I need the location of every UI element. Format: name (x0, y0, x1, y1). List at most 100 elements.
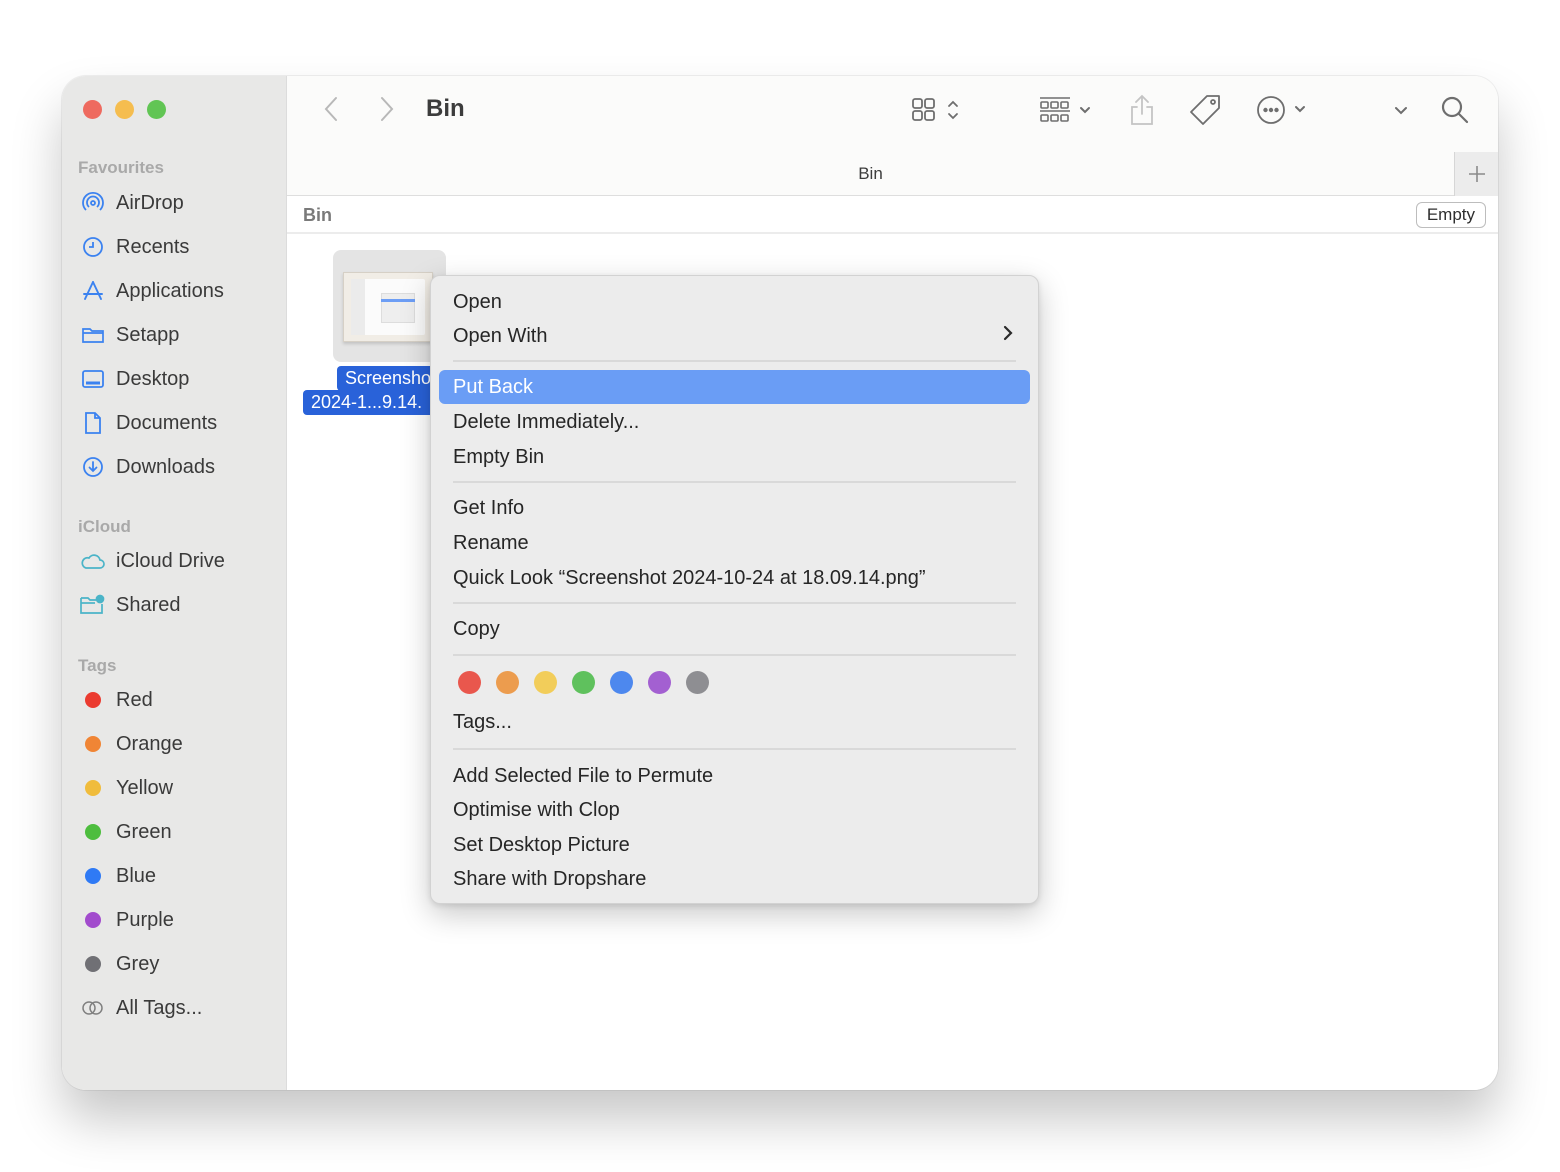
menu-item-label: Set Desktop Picture (453, 834, 630, 856)
sidebar-item-label: Orange (116, 732, 183, 755)
sidebar-tag-orange[interactable]: Orange (80, 727, 183, 761)
menu-item-set-desktop-picture[interactable]: Set Desktop Picture (439, 828, 1030, 862)
tag-blue-button[interactable] (610, 671, 633, 694)
download-icon (80, 454, 106, 480)
sidebar-item-recents[interactable]: Recents (80, 230, 189, 264)
sidebar-item-label: Documents (116, 411, 218, 434)
menu-item-dropshare[interactable]: Share with Dropshare (439, 862, 1030, 896)
empty-bin-button[interactable]: Empty (1415, 202, 1486, 228)
menu-item-open[interactable]: Open (439, 285, 1030, 319)
sidebar-item-documents[interactable]: Documents (80, 406, 217, 440)
sidebar-tag-purple[interactable]: Purple (80, 903, 174, 937)
sidebar-item-label: Recents (116, 235, 190, 258)
menu-item-label: Optimise with Clop (453, 799, 620, 821)
new-tab-button[interactable] (1454, 152, 1498, 196)
tag-purple-button[interactable] (648, 671, 671, 694)
sidebar-item-label: Purple (116, 908, 174, 931)
menu-item-label: Delete Immediately... (453, 411, 640, 433)
menu-item-clop[interactable]: Optimise with Clop (439, 793, 1030, 827)
toolbar-overflow-chevron[interactable] (1391, 92, 1411, 128)
menu-item-rename[interactable]: Rename (439, 526, 1030, 560)
tag-color-dot (85, 912, 101, 928)
close-button[interactable] (83, 100, 102, 119)
share-icon[interactable] (1127, 92, 1157, 128)
sidebar-item-airdrop[interactable]: AirDrop (80, 186, 184, 220)
menu-item-label: Get Info (453, 497, 525, 519)
menu-item-open-with[interactable]: Open With (439, 319, 1030, 353)
menu-separator (453, 360, 1016, 362)
sidebar-item-label: Downloads (116, 455, 215, 478)
document-icon (80, 410, 106, 436)
tag-icon[interactable] (1187, 92, 1223, 128)
menu-item-quick-look[interactable]: Quick Look “Screenshot 2024-10-24 at 18.… (439, 561, 1030, 595)
shared-folder-icon (80, 592, 106, 618)
sidebar-item-label: Applications (116, 279, 224, 302)
menu-item-permute[interactable]: Add Selected File to Permute (439, 759, 1030, 793)
menu-item-label: Tags... (453, 711, 512, 733)
airdrop-icon (80, 190, 106, 216)
search-icon[interactable] (1437, 92, 1473, 128)
toolbar: Bin Bin (287, 76, 1498, 196)
bin-header-bar: Bin Empty (287, 196, 1498, 234)
sidebar-item-label: Yellow (116, 776, 174, 799)
menu-item-copy[interactable]: Copy (439, 612, 1030, 646)
zoom-button[interactable] (147, 100, 166, 119)
tags-header: Tags (78, 656, 117, 675)
menu-item-label: Open With (453, 325, 548, 347)
group-by-button[interactable] (1037, 92, 1099, 128)
icloud-header: iCloud (78, 517, 131, 536)
desktop-icon (80, 366, 106, 392)
view-mode-button[interactable] (909, 92, 969, 128)
sidebar-item-label: Blue (116, 864, 157, 887)
sidebar-tag-yellow[interactable]: Yellow (80, 771, 173, 805)
file-name-line2: 2024-1...9.14. (303, 390, 443, 415)
menu-item-label: Put Back (453, 376, 534, 398)
window-title: Bin (426, 95, 465, 122)
window-controls (83, 100, 166, 119)
tag-red-button[interactable] (458, 671, 481, 694)
sidebar-item-applications[interactable]: Applications (80, 274, 224, 308)
tag-yellow-button[interactable] (534, 671, 557, 694)
menu-item-label: Share with Dropshare (453, 868, 647, 890)
menu-item-label: Add Selected File to Permute (453, 765, 714, 787)
forward-button[interactable] (372, 94, 402, 124)
menu-item-label: Rename (453, 532, 529, 554)
menu-item-tags[interactable]: Tags... (439, 705, 1030, 739)
tag-color-dot (85, 956, 101, 972)
sidebar-item-shared[interactable]: Shared (80, 588, 181, 622)
menu-item-delete-immediately[interactable]: Delete Immediately... (439, 405, 1030, 439)
sidebar-tag-blue[interactable]: Blue (80, 859, 156, 893)
tag-color-dot (85, 692, 101, 708)
sidebar-item-icloud-drive[interactable]: iCloud Drive (80, 544, 225, 578)
thumbnail-preview (351, 279, 425, 335)
menu-item-label: Empty Bin (453, 446, 545, 468)
sidebar: Favourites AirDrop Recents Applications … (62, 76, 287, 1090)
tag-color-dot (85, 824, 101, 840)
sidebar-item-label: Setapp (116, 323, 180, 346)
sidebar-item-downloads[interactable]: Downloads (80, 450, 215, 484)
tag-color-dot (85, 868, 101, 884)
tag-green-button[interactable] (572, 671, 595, 694)
tag-orange-button[interactable] (496, 671, 519, 694)
sidebar-tag-red[interactable]: Red (80, 683, 153, 717)
sidebar-tag-green[interactable]: Green (80, 815, 172, 849)
more-actions-button[interactable] (1255, 92, 1315, 128)
sidebar-item-desktop[interactable]: Desktop (80, 362, 189, 396)
sidebar-item-label: Shared (116, 593, 181, 616)
menu-item-put-back[interactable]: Put Back (439, 370, 1030, 404)
tag-color-dot (85, 780, 101, 796)
menu-item-empty-bin[interactable]: Empty Bin (439, 440, 1030, 474)
menu-item-get-info[interactable]: Get Info (439, 491, 1030, 525)
tab-bar: Bin (287, 152, 1498, 196)
cloud-icon (80, 548, 106, 574)
tab-bin[interactable]: Bin (287, 164, 1454, 184)
sidebar-item-setapp[interactable]: Setapp (80, 318, 179, 352)
sidebar-tag-grey[interactable]: Grey (80, 947, 159, 981)
minimize-button[interactable] (115, 100, 134, 119)
sidebar-item-label: Red (116, 688, 153, 711)
menu-separator (453, 481, 1016, 483)
back-button[interactable] (316, 94, 346, 124)
sidebar-all-tags[interactable]: All Tags... (80, 991, 202, 1025)
tag-grey-button[interactable] (686, 671, 709, 694)
sidebar-item-label: AirDrop (116, 191, 184, 214)
